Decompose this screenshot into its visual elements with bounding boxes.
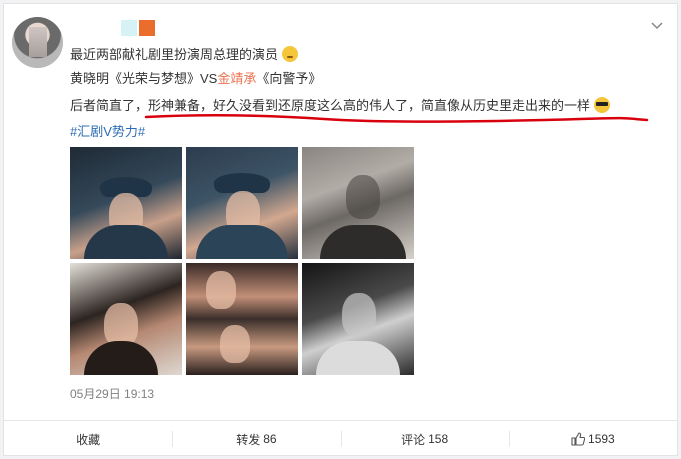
redaction-block (121, 20, 137, 36)
photo-2[interactable] (186, 147, 298, 259)
photo-3[interactable] (302, 147, 414, 259)
photo-6[interactable] (302, 263, 414, 375)
post-line2-suffix: 《向警予》 (256, 71, 322, 86)
avatar[interactable] (12, 17, 63, 68)
photo-detail (320, 225, 406, 259)
red-underline-annotation (144, 114, 649, 123)
repost-count: 86 (263, 432, 277, 446)
favorite-label: 收藏 (76, 432, 101, 447)
repost-button[interactable]: 转发 86 (172, 421, 340, 457)
thinking-emoji-icon (281, 46, 298, 62)
repost-label: 转发 (236, 432, 261, 447)
like-count: 1593 (588, 432, 615, 446)
actor-name-highlight: 金靖承 (217, 71, 257, 86)
photo-5[interactable] (186, 263, 298, 375)
username-redacted[interactable] (121, 20, 155, 36)
weibo-post-card: 最近两部献礼剧里扮演周总理的演员 黄晓明《光荣与梦想》VS金靖承《向警予》 后者… (3, 3, 678, 456)
action-bar: 收藏 转发 86 评论 158 1593 (4, 421, 677, 457)
favorite-button[interactable]: 收藏 (4, 421, 172, 457)
comment-label: 评论 (401, 432, 426, 447)
photo-detail (214, 173, 270, 193)
post-text-line2: 黄晓明《光荣与梦想》VS金靖承《向警予》 (70, 70, 321, 88)
comment-button[interactable]: 评论 158 (340, 421, 509, 457)
photo-detail (196, 225, 288, 259)
post-text-line1: 最近两部献礼剧里扮演周总理的演员 (70, 46, 298, 64)
avatar-blur (29, 27, 47, 57)
hashtag-link[interactable]: #汇剧V势力# (70, 124, 145, 139)
photo-1[interactable] (70, 147, 182, 259)
post-line1: 最近两部献礼剧里扮演周总理的演员 (70, 47, 279, 62)
photo-detail (220, 325, 250, 363)
comment-count: 158 (428, 432, 449, 446)
post-line3-a: 后者简直了， (70, 98, 149, 113)
like-button[interactable]: 1593 (508, 421, 677, 457)
photo-detail (84, 341, 158, 375)
photo-detail (316, 341, 400, 375)
post-line2-prefix: 黄晓明《光荣与梦想》VS (70, 71, 218, 86)
post-timestamp[interactable]: 05月29日 19:13 (70, 385, 154, 402)
chevron-down-icon[interactable] (651, 22, 663, 34)
photo-detail (346, 175, 380, 219)
photo-detail (206, 271, 236, 309)
thumbs-up-icon (571, 432, 586, 446)
hashtag-line: #汇剧V势力# (70, 123, 145, 141)
photo-detail (84, 225, 168, 259)
redaction-block (139, 20, 155, 36)
photo-detail (342, 293, 376, 337)
photo-4[interactable] (70, 263, 182, 375)
